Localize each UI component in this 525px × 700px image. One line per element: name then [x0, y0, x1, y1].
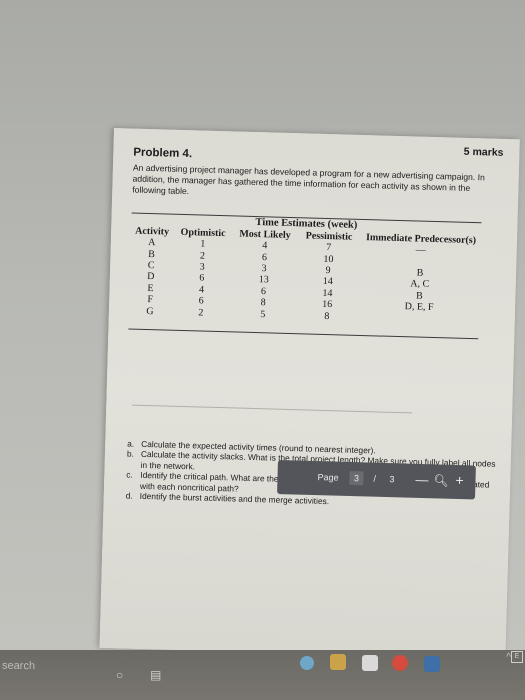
column-header-pessimistic: Pessimistic — [305, 229, 353, 243]
question-letter: c. — [126, 469, 133, 480]
page-number-input[interactable]: 3 — [349, 471, 364, 486]
page-separator: / — [373, 473, 377, 484]
time-estimates-table: Time Estimates (week) Activity Optimisti… — [129, 213, 482, 326]
column-header-activity: Activity — [135, 225, 170, 238]
file-explorer-icon[interactable] — [330, 654, 346, 670]
cortana-circle-icon[interactable]: ○ — [116, 668, 123, 682]
table-bottom-rule — [128, 328, 479, 340]
tray-notification-icon[interactable]: E — [511, 651, 523, 663]
table-cell: 2 — [198, 306, 204, 319]
marks-label: 5 marks — [463, 145, 504, 159]
problem-intro: An advertising project manager has devel… — [132, 162, 485, 197]
pdf-page-toolbar: Page 3 / 3 — 🔍︎ + — [277, 460, 476, 500]
taskbar: search ○ ▤ ^ E — [0, 650, 525, 700]
table-cell — [359, 311, 479, 326]
photo-scene: 5 marks Problem 4. An advertising projec… — [0, 0, 525, 700]
document-content: 5 marks Problem 4. An advertising projec… — [126, 137, 504, 506]
page-label: Page — [317, 472, 339, 483]
mail-icon[interactable] — [424, 656, 440, 672]
zoom-icon[interactable]: 🔍︎ — [433, 473, 449, 487]
monitor-screen: 5 marks Problem 4. An advertising projec… — [0, 0, 525, 660]
question-letter: a. — [127, 438, 135, 449]
page-total: 3 — [389, 474, 395, 485]
table-cell: 8 — [324, 310, 330, 322]
table-cell: 5 — [260, 308, 266, 320]
section-divider — [132, 404, 413, 414]
zoom-out-button[interactable]: — — [415, 472, 428, 487]
column-header-most-likely: Most Likely — [239, 228, 291, 241]
taskbar-search-text[interactable]: search — [2, 660, 35, 673]
edge-icon[interactable] — [300, 656, 314, 670]
question-letter: b. — [126, 448, 135, 460]
column-header-optimistic: Optimistic — [180, 226, 226, 239]
problem-title: Problem 4. — [133, 146, 193, 161]
store-icon[interactable] — [362, 655, 378, 671]
table-cell: G — [146, 305, 154, 317]
zoom-in-button[interactable]: + — [455, 472, 464, 488]
document-page: 5 marks Problem 4. An advertising projec… — [99, 128, 520, 660]
task-view-icon[interactable]: ▤ — [150, 668, 161, 682]
chrome-icon[interactable] — [392, 655, 408, 671]
question-letter: d. — [125, 490, 133, 501]
